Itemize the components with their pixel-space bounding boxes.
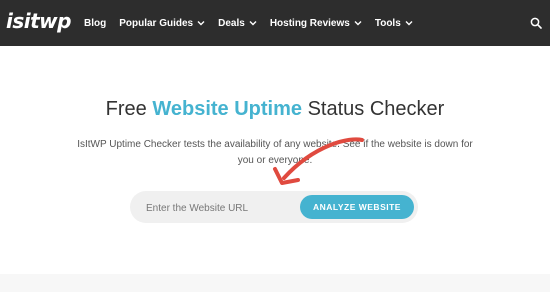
nav-label: Tools [374, 17, 401, 29]
main-nav: Blog Popular Guides Deals Hosting Review… [84, 0, 426, 46]
nav-item-deals[interactable]: Deals [218, 18, 257, 29]
nav-label: Blog [84, 17, 107, 29]
annotation-arrow-icon [273, 137, 364, 185]
chevron-down-icon [354, 21, 362, 26]
nav-label: Hosting Reviews [269, 17, 350, 29]
footer-band [0, 274, 550, 292]
nav-item-tools[interactable]: Tools [375, 18, 413, 29]
chevron-down-icon [197, 21, 205, 26]
nav-item-blog[interactable]: Blog [84, 18, 106, 29]
chevron-down-icon [405, 21, 413, 26]
nav-item-popular-guides[interactable]: Popular Guides [119, 18, 205, 29]
title-accent: Website Uptime [152, 98, 303, 120]
site-logo[interactable]: isitwp [6, 9, 71, 33]
url-check-form: ANALYZE WEBSITE [130, 191, 418, 223]
page-title: Free Website Uptime Status Checker [0, 98, 550, 121]
nav-item-hosting-reviews[interactable]: Hosting Reviews [270, 18, 362, 29]
nav-label: Deals [218, 17, 245, 29]
title-prefix: Free [105, 98, 153, 120]
top-navigation-bar: isitwp Blog Popular Guides Deals Hosting… [0, 0, 550, 46]
analyze-website-button[interactable]: ANALYZE WEBSITE [300, 195, 414, 219]
chevron-down-icon [249, 21, 257, 26]
nav-label: Popular Guides [119, 17, 194, 29]
title-suffix: Status Checker [302, 98, 445, 120]
website-url-input[interactable] [144, 198, 298, 218]
search-icon[interactable] [530, 17, 542, 29]
